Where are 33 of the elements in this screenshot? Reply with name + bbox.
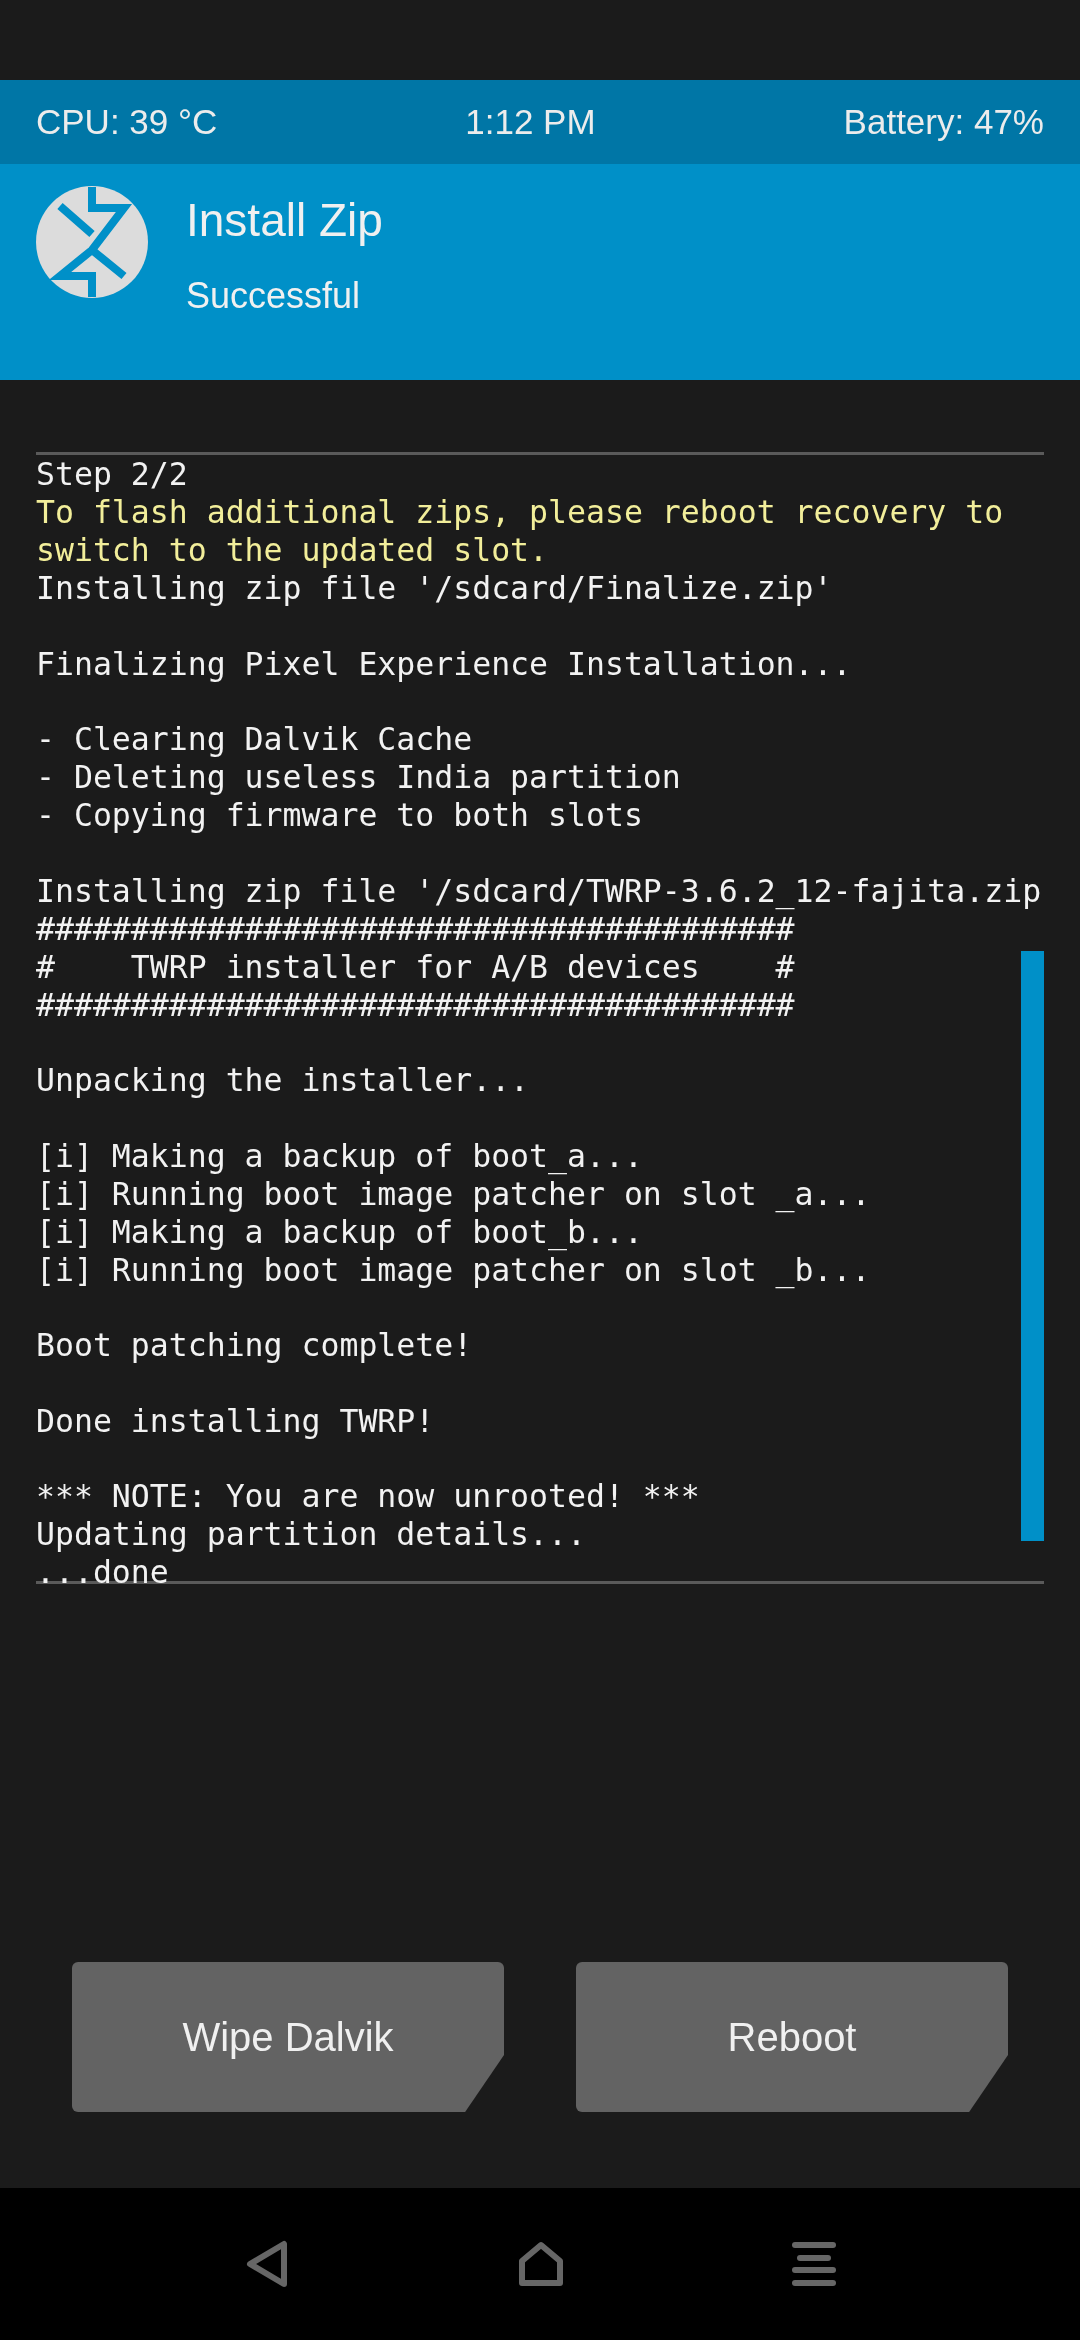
page-title: Install Zip: [186, 193, 383, 248]
log-line: Unpacking the installer...: [36, 1061, 530, 1099]
log-line: [i] Running boot image patcher on slot _a...: [36, 1175, 871, 1213]
log-line: Updating partition details...: [36, 1515, 586, 1553]
log-line: Step 2/2: [36, 455, 188, 493]
log-line: Installing zip file '/sdcard/Finalize.zip': [36, 569, 833, 607]
log-line: ########################################: [36, 910, 795, 948]
log-line: - Deleting useless India partition: [36, 758, 681, 796]
log-line: Boot patching complete!: [36, 1326, 473, 1364]
log-line: [i] Making a backup of boot_b...: [36, 1212, 643, 1251]
cpu-temperature: CPU: 39 °C: [36, 100, 218, 143]
scrollbar[interactable]: [1021, 951, 1044, 1541]
log-line: Done installing TWRP!: [36, 1401, 435, 1440]
action-button[interactable]: Wipe Dalvik: [72, 1962, 504, 2112]
log-line: Installing zip file '/sdcard/TWRP-3.6.2_12-fajita.zip: [36, 871, 1042, 910]
log-line: Finalizing Pixel Experience Installation...: [36, 644, 852, 683]
log-line: ...done: [36, 1553, 169, 1591]
action-button[interactable]: Reboot: [576, 1962, 1008, 2112]
home-icon[interactable]: [518, 2241, 564, 2287]
battery-level: Battery: 47%: [843, 100, 1044, 143]
log-warning: To flash additional zips, please reboot recovery to switch to the updated slot.: [36, 493, 1005, 569]
log-line: *** NOTE: You are now unrooted! ***: [36, 1477, 700, 1515]
menu-icon[interactable]: [792, 2242, 836, 2286]
clock: 1:12 PM: [465, 100, 596, 143]
log-line: - Clearing Dalvik Cache: [36, 720, 473, 758]
log-line: # TWRP installer for A/B devices #: [36, 947, 795, 986]
log-line: [i] Running boot image patcher on slot _b...: [36, 1251, 871, 1289]
page-subtitle: Successful: [186, 274, 362, 318]
back-icon[interactable]: [244, 2240, 290, 2288]
log-line: ########################################: [36, 985, 795, 1024]
logo-icon: [36, 186, 148, 298]
log-line: - Copying firmware to both slots: [36, 796, 643, 834]
log-line: [i] Making a backup of boot_a...: [36, 1136, 643, 1175]
